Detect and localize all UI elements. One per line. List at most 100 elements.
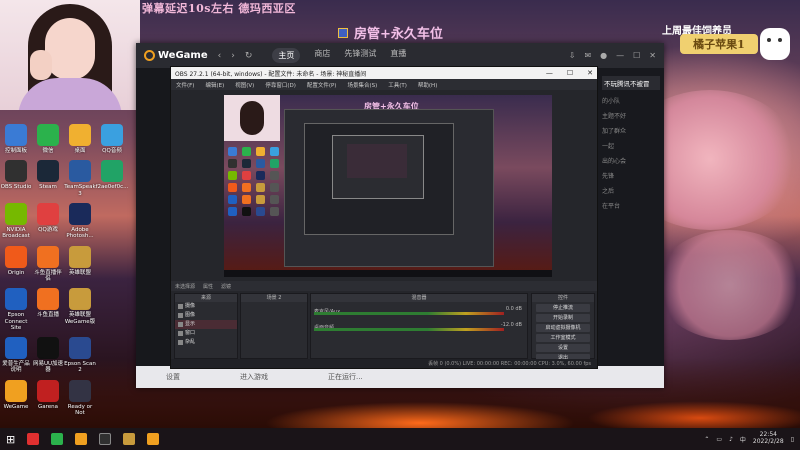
clock[interactable]: 22:54 2022/2/28 [753, 432, 784, 445]
lol-icon[interactable] [123, 433, 136, 445]
friend-item[interactable]: 一起 [602, 141, 660, 150]
obs-menu-item[interactable]: 停靠窗口(D) [265, 81, 296, 89]
start-icon[interactable]: ⊞ [6, 433, 15, 446]
volume-meter[interactable] [314, 312, 504, 315]
close-icon[interactable]: ✕ [649, 51, 656, 60]
desktop-icon[interactable]: 斗鱼直播伴侣 [32, 245, 64, 283]
obs-close-icon[interactable]: ✕ [587, 69, 593, 77]
desktop-icon[interactable]: 英雄联盟 [64, 245, 96, 283]
obs-control-button[interactable]: 开始录制 [536, 314, 590, 322]
desktop-icon [96, 380, 128, 417]
mixer-channel[interactable]: 桌面音频 -12.0 dB [314, 322, 524, 334]
desktop-icon[interactable]: f2ae0ef0c... [96, 160, 128, 197]
download-icon[interactable]: ⇩ [569, 51, 576, 60]
wegame-logo[interactable]: WeGame [144, 50, 208, 61]
friend-item[interactable]: 的小队 [602, 96, 660, 105]
desktop-icon[interactable]: NVIDIA Broadcast [0, 202, 32, 240]
launch-game-button[interactable]: 进入游戏 [240, 372, 268, 382]
desktop-icon[interactable]: Ready or Not [64, 379, 96, 417]
desktop-icon[interactable]: Adobe Photosh... [64, 202, 96, 240]
desktop-icon-label: Epson Connect Site [4, 312, 28, 331]
desktop-icon[interactable]: OBS Studio [0, 160, 32, 197]
obs-preview[interactable]: 房管+永久车位 [224, 95, 552, 277]
friend-item[interactable]: 加了群众 [602, 126, 660, 135]
desktop-icon[interactable]: 斗鱼直播 [32, 288, 64, 331]
maximize-icon[interactable]: ☐ [633, 51, 640, 60]
tab-store[interactable]: 商店 [314, 48, 330, 63]
obs-menu-item[interactable]: 帮助(H) [418, 81, 437, 89]
obs-control-button[interactable]: 停止推流 [536, 304, 590, 312]
desktop-icon[interactable]: Garena [32, 379, 64, 417]
wechat-icon[interactable] [51, 433, 64, 445]
friend-item[interactable]: 先锋 [602, 171, 660, 180]
desktop-icon[interactable]: 英雄联盟 WeGame版 [64, 288, 96, 331]
chevron-up-icon[interactable]: ⌃ [704, 436, 709, 443]
forward-icon[interactable]: › [231, 51, 235, 61]
app-icon [101, 203, 123, 225]
properties-button[interactable]: 属性 [203, 283, 213, 290]
wegame-icon[interactable] [147, 433, 160, 445]
running-status: 正在运行... [328, 373, 363, 381]
desktop-icon[interactable]: Steam [32, 160, 64, 197]
source-item[interactable]: 显示 [175, 320, 237, 329]
desktop-icon[interactable]: 控制面板 [0, 124, 32, 154]
obs-icon[interactable] [99, 433, 112, 445]
obs-menu-item[interactable]: 场景集合(S) [347, 81, 377, 89]
friend-item[interactable]: 之后 [602, 186, 660, 195]
obs-minimize-icon[interactable]: — [546, 69, 553, 77]
desktop-icon[interactable]: 微信 [32, 124, 64, 154]
folder-icon[interactable] [75, 433, 88, 445]
obs-menu-item[interactable]: 配置文件(P) [307, 81, 337, 89]
back-icon[interactable]: ‹ [218, 51, 222, 61]
filters-button[interactable]: 滤镜 [221, 283, 231, 290]
desktop-icon[interactable]: WeGame [0, 379, 32, 417]
app-icon [69, 288, 91, 311]
friend-item[interactable]: 主题不好 [602, 111, 660, 120]
desktop-icon-label: f2ae0ef0c... [95, 184, 129, 191]
source-item[interactable]: 图像 [175, 311, 237, 320]
tab-home[interactable]: 主页 [272, 48, 301, 63]
obs-title: OBS 27.2.1 (64-bit, windows) - 配置文件: 未命名… [175, 70, 367, 78]
tab-pioneer[interactable]: 先锋测试 [344, 48, 376, 63]
desktop-icon[interactable]: TeamSpeak 3 [64, 160, 96, 197]
desktop-icon[interactable]: QQ游戏 [32, 202, 64, 240]
volume-meter[interactable] [314, 328, 504, 331]
app-icon[interactable] [27, 433, 40, 445]
desktop-icon[interactable]: Epson Scan 2 [64, 337, 96, 374]
source-item[interactable]: 杂乱 [175, 338, 237, 347]
sources-panel-title: 来源 [175, 294, 237, 302]
obs-control-button[interactable]: 启动虚拟摄像机 [536, 324, 590, 332]
desktop-icon-label: 斗鱼直播 [36, 312, 59, 319]
obs-control-button[interactable]: 工作室模式 [536, 334, 590, 342]
network-icon[interactable]: ▭ [716, 436, 722, 443]
avatar[interactable]: ● [600, 51, 607, 60]
friend-item[interactable]: 出的心会 [602, 156, 660, 165]
minimize-icon[interactable]: — [616, 51, 624, 60]
obs-menu-item[interactable]: 工具(T) [388, 81, 407, 89]
source-item[interactable]: 摄像 [175, 302, 237, 311]
desktop-icon[interactable]: QQ音频 [96, 124, 128, 154]
desktop-icon-label: QQ音频 [102, 148, 122, 154]
settings-link[interactable]: 设置 [166, 372, 180, 382]
obs-menu-item[interactable]: 编辑(E) [205, 81, 224, 89]
ime-icon[interactable]: 中 [740, 435, 746, 444]
mixer-channel[interactable]: 麦克风/Aux 0.0 dB [314, 306, 524, 318]
friends-ad[interactable]: 不玩腾讯不被冒 [602, 76, 660, 90]
desktop-icon[interactable]: Epson Connect Site [0, 288, 32, 331]
friend-item[interactable]: 在平台 [602, 201, 660, 210]
desktop-icon[interactable]: 网易UU加速 器 [32, 337, 64, 374]
obs-menu-item[interactable]: 文件(F) [176, 81, 194, 89]
desktop-icon[interactable]: 桌面 [64, 124, 96, 154]
obs-maximize-icon[interactable]: ☐ [567, 69, 573, 77]
obs-menu-item[interactable]: 视图(V) [235, 81, 254, 89]
source-item[interactable]: 窗口 [175, 329, 237, 338]
obs-control-button[interactable]: 设置 [536, 344, 590, 352]
desktop-icon[interactable]: 爱普生产品 说明 [0, 337, 32, 374]
mail-icon[interactable]: ✉ [584, 51, 591, 60]
desktop-icon[interactable]: Origin [0, 245, 32, 283]
preview-icon [256, 207, 265, 216]
tab-live[interactable]: 直播 [390, 48, 406, 63]
notification-icon[interactable]: ▯ [791, 436, 794, 443]
volume-icon[interactable]: ♪ [729, 436, 733, 443]
refresh-icon[interactable]: ↻ [245, 51, 253, 61]
